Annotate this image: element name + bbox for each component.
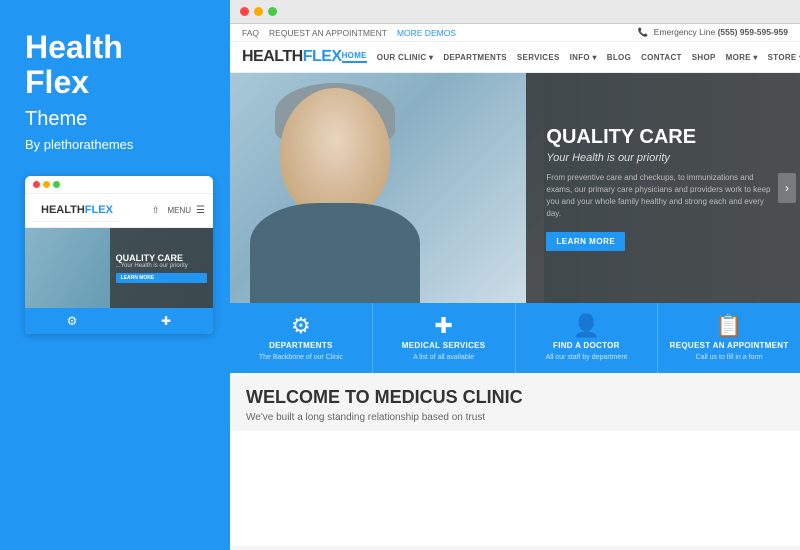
- topbar-right: 📞 Emergency Line (555) 959-595-959: [638, 27, 788, 38]
- hamburger-icon[interactable]: ☰: [196, 205, 205, 216]
- emergency-label: Emergency Line: [654, 27, 715, 37]
- find-doctor-icon: 👤: [573, 315, 600, 337]
- phone-number: (555) 959-595-959: [718, 27, 788, 37]
- icon-bar-departments[interactable]: ⚙ DEPARTMENTS The Backbone of our Clinic: [230, 303, 373, 373]
- nav-services[interactable]: SERVICES: [517, 53, 560, 62]
- departments-icon: ⚙: [63, 312, 81, 330]
- icons-bar: ⚙ DEPARTMENTS The Backbone of our Clinic…: [230, 303, 800, 373]
- right-panel: FAQ REQUEST AN APPOINTMENT MORE DEMOS 📞 …: [230, 0, 800, 550]
- nav-departments[interactable]: DEPARTMENTS: [443, 53, 507, 62]
- departments-desc: The Backbone of our Clinic: [259, 354, 343, 361]
- mobile-hero-overlay: QUALITY CARE ...Your Health is our prior…: [110, 228, 213, 308]
- mobile-learn-more-button[interactable]: LEARN MORE: [116, 273, 207, 283]
- mobile-nav-icons: ⇧ MENU ☰: [152, 205, 205, 216]
- departments-icon: ⚙: [291, 315, 311, 337]
- nav-home[interactable]: HOME: [342, 51, 367, 63]
- mobile-dot-red: [33, 181, 40, 188]
- mobile-traffic-lights: [33, 181, 60, 188]
- request-appointment-desc: Call us to fill in a form: [696, 354, 763, 361]
- hero-body: [250, 203, 420, 303]
- share-icon[interactable]: ⇧: [152, 205, 160, 216]
- browser-chrome: [230, 0, 800, 24]
- site-topbar: FAQ REQUEST AN APPOINTMENT MORE DEMOS 📞 …: [230, 24, 800, 42]
- medical-services-desc: A list of all available: [413, 354, 474, 361]
- mobile-preview: HEALTHFLEX ⇧ MENU ☰ QUALITY CARE ...Your…: [25, 176, 213, 334]
- brand-black: HEALTH: [242, 48, 303, 65]
- nav-contact[interactable]: CONTACT: [641, 53, 682, 62]
- mobile-nav: HEALTHFLEX ⇧ MENU ☰: [25, 194, 213, 228]
- browser-dot-red: [240, 7, 249, 16]
- find-doctor-desc: All our staff by department: [546, 354, 628, 361]
- site-nav: HEALTHFLEX HOME OUR CLINIC ▾ DEPARTMENTS…: [230, 42, 800, 73]
- site-hero: QUALITY CARE Your Health is our priority…: [230, 73, 800, 303]
- hero-head: [280, 88, 390, 218]
- theme-subtitle: Theme: [25, 108, 205, 131]
- welcome-text: We've built a long standing relationship…: [246, 412, 784, 423]
- departments-label: DEPARTMENTS: [269, 341, 333, 350]
- request-appointment-icon: 📋: [715, 315, 742, 337]
- hero-body-text: From preventive care and checkups, to im…: [546, 172, 780, 220]
- left-panel: Health Flex Theme By plethorathemes HEAL…: [0, 0, 230, 550]
- mobile-icon-departments: ⚙: [25, 312, 119, 330]
- hero-overlay: QUALITY CARE Your Health is our priority…: [526, 73, 800, 303]
- mobile-icons-row: ⚙ ✚: [25, 308, 213, 334]
- mobile-browser-bar: [25, 176, 213, 194]
- browser-dot-green: [268, 7, 277, 16]
- faq-link[interactable]: FAQ: [242, 28, 259, 38]
- phone-icon: 📞: [638, 27, 649, 37]
- mobile-icon-medical: ✚: [119, 312, 213, 330]
- brand-blue: FLEX: [303, 48, 342, 65]
- topbar-left: FAQ REQUEST AN APPOINTMENT MORE DEMOS: [242, 28, 456, 38]
- mobile-hero-subtitle: ...Your Health is our priority: [116, 263, 207, 269]
- nav-store[interactable]: STORE ▾: [768, 53, 800, 62]
- hero-subtitle: Your Health is our priority: [546, 152, 780, 164]
- mobile-dot-yellow: [43, 181, 50, 188]
- browser-dot-yellow: [254, 7, 263, 16]
- website-wrapper: FAQ REQUEST AN APPOINTMENT MORE DEMOS 📞 …: [230, 24, 800, 546]
- request-appointment-label: REQUEST AN APPOINTMENT: [670, 341, 789, 350]
- appointment-link[interactable]: REQUEST AN APPOINTMENT: [269, 28, 387, 38]
- menu-label[interactable]: MENU: [167, 206, 191, 215]
- medical-services-icon: ✚: [157, 312, 175, 330]
- site-nav-links: HOME OUR CLINIC ▾ DEPARTMENTS SERVICES I…: [342, 51, 800, 63]
- site-brand: HEALTHFLEX: [242, 48, 342, 66]
- mobile-dot-green: [53, 181, 60, 188]
- icon-bar-request-appointment[interactable]: 📋 REQUEST AN APPOINTMENT Call us to fill…: [658, 303, 800, 373]
- welcome-title: WELCOME TO MEDICUS CLINIC: [246, 387, 784, 408]
- theme-title: Health Flex: [25, 30, 205, 100]
- nav-our-clinic[interactable]: OUR CLINIC ▾: [377, 53, 434, 62]
- hero-person: [230, 73, 544, 303]
- mobile-brand: HEALTHFLEX: [33, 199, 121, 222]
- hero-learn-more-button[interactable]: LEARN MORE: [546, 232, 625, 251]
- medical-services-icon: ✚: [434, 315, 452, 337]
- nav-blog[interactable]: BLOG: [607, 53, 631, 62]
- theme-author: By plethorathemes: [25, 137, 205, 152]
- nav-shop[interactable]: SHOP: [692, 53, 716, 62]
- welcome-section: WELCOME TO MEDICUS CLINIC We've built a …: [230, 373, 800, 431]
- nav-info[interactable]: INFO ▾: [570, 53, 597, 62]
- find-doctor-label: FIND A DOCTOR: [553, 341, 620, 350]
- hero-title: QUALITY CARE: [546, 126, 780, 148]
- medical-services-label: MEDICAL SERVICES: [402, 341, 486, 350]
- hero-next-arrow[interactable]: ›: [778, 173, 796, 203]
- icon-bar-medical-services[interactable]: ✚ MEDICAL SERVICES A list of all availab…: [373, 303, 516, 373]
- nav-more[interactable]: MORE ▾: [726, 53, 758, 62]
- mobile-hero-title: QUALITY CARE: [116, 253, 207, 263]
- icon-bar-find-doctor[interactable]: 👤 FIND A DOCTOR All our staff by departm…: [516, 303, 659, 373]
- mobile-hero: QUALITY CARE ...Your Health is our prior…: [25, 228, 213, 308]
- more-demos-link[interactable]: MORE DEMOS: [397, 28, 456, 38]
